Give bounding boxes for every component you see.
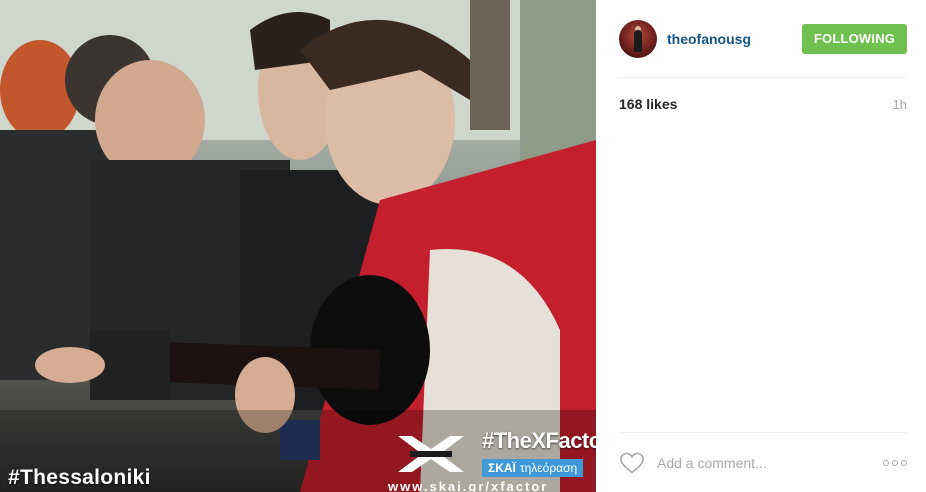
dot-icon: [892, 459, 898, 466]
post-sidebar: theofanousg FOLLOWING 168 likes 1h: [596, 0, 926, 492]
post-time[interactable]: 1h: [893, 97, 907, 112]
post-header: theofanousg FOLLOWING: [619, 0, 907, 78]
following-button[interactable]: FOLLOWING: [802, 23, 907, 54]
post-meta: 168 likes 1h: [619, 96, 907, 112]
avatar-figure: [634, 29, 642, 52]
comment-input[interactable]: [657, 454, 883, 471]
username-link[interactable]: theofanousg: [667, 31, 802, 47]
photo-scene: [0, 0, 596, 492]
avatar[interactable]: [619, 19, 657, 58]
location-hashtag: #Thessaloniki: [8, 466, 151, 489]
heart-icon[interactable]: [619, 451, 645, 475]
channel-name: ΣΚΑΪ: [488, 461, 516, 475]
x-factor-logo: [398, 436, 464, 472]
channel-sub: τηλεόραση: [519, 461, 578, 475]
likes-count[interactable]: 168 likes: [619, 96, 677, 112]
channel-badge: ΣΚΑΪ τηλεόραση: [482, 459, 584, 477]
dot-icon: [901, 459, 907, 466]
show-hashtag: #TheXFactor: [482, 428, 596, 453]
channel-url: www.skai.gr/xfactor: [388, 479, 549, 492]
post-photo[interactable]: #TheXFactor ΣΚΑΪτηλεόραση www.skai.gr/xf…: [0, 0, 596, 492]
more-options-icon[interactable]: [883, 457, 907, 469]
comment-bar: [619, 432, 907, 492]
dot-icon: [883, 459, 889, 466]
